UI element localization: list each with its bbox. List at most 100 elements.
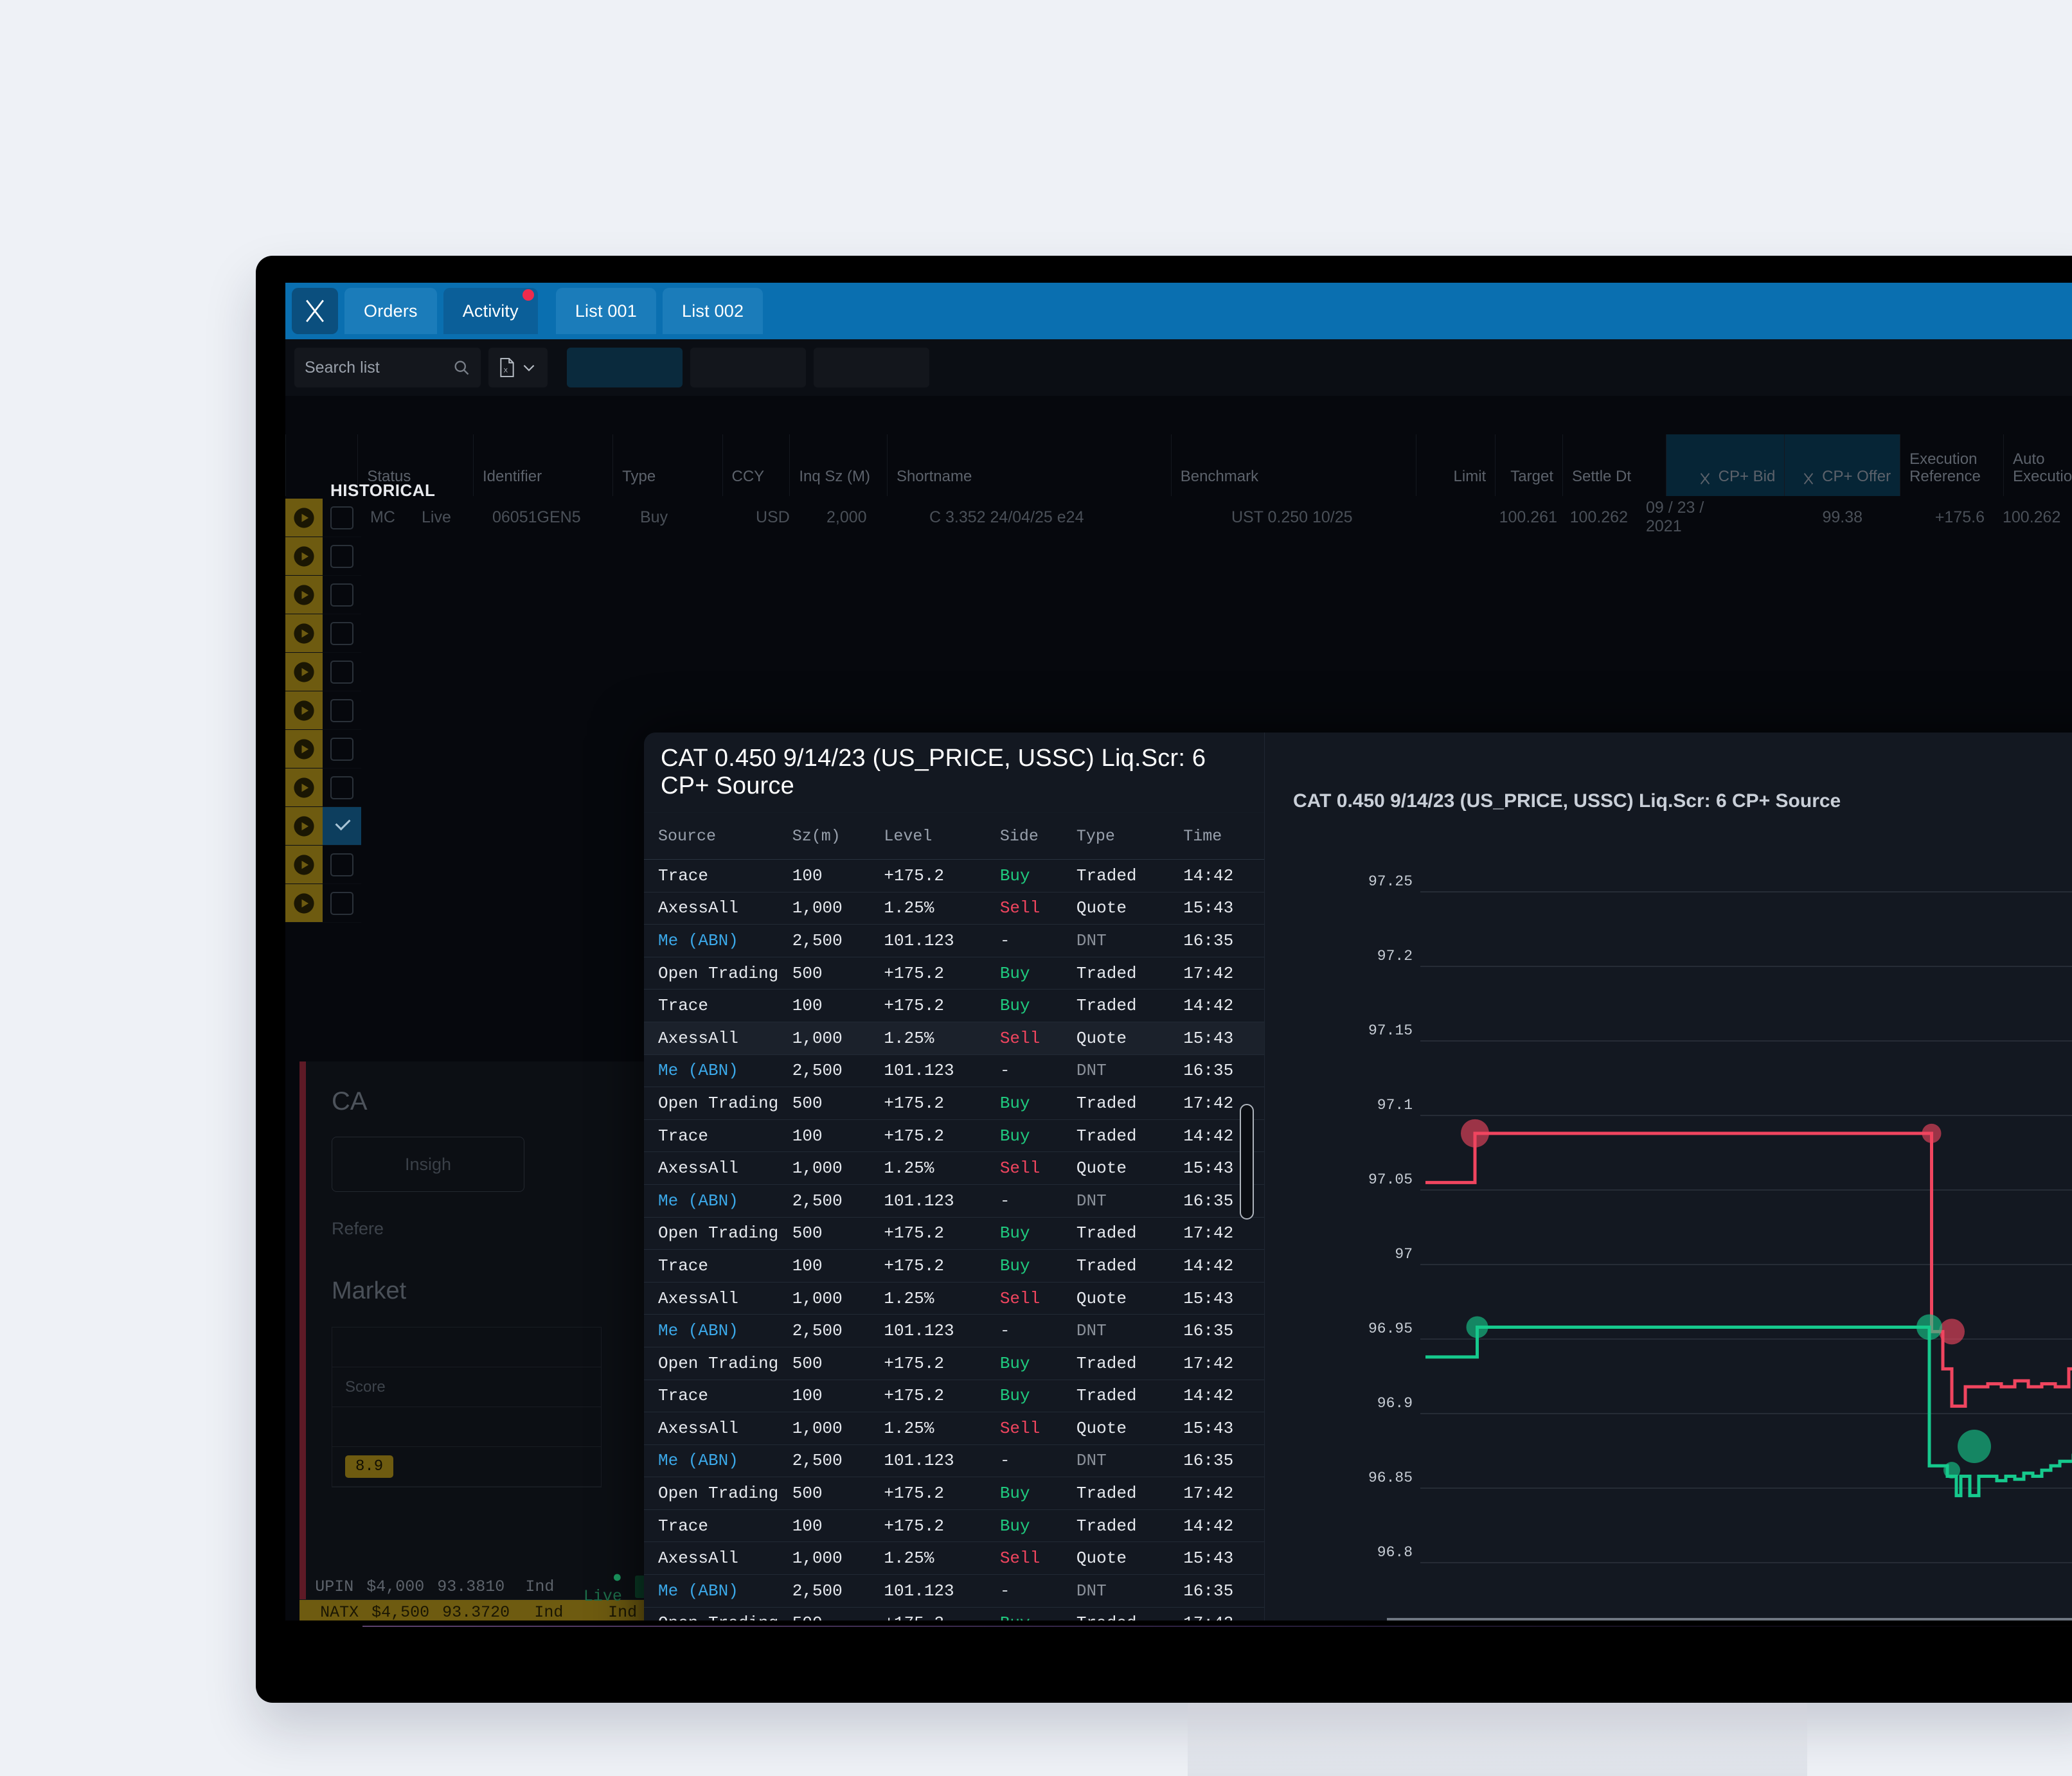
table-row[interactable]: AxessAll1,0001.25%SellQuote15:43 [644,1152,1264,1185]
cell-level: +175.2 [884,1223,945,1243]
modal-col-source[interactable]: Source [652,827,786,846]
modal-col-level[interactable]: Level [877,827,993,846]
x-logo-icon[interactable] [292,288,338,334]
tab-list-002[interactable]: List 002 [663,288,764,334]
col-shortname[interactable]: Shortname [886,434,1171,496]
play-icon[interactable] [285,653,323,691]
checkbox-icon[interactable] [323,691,361,730]
table-row[interactable]: Open Trading500+175.2BuyTraded17:42 [644,957,1264,990]
table-row[interactable]: Open Trading500+175.2BuyTraded17:42 [644,1347,1264,1380]
orders-grid-first-row[interactable]: MC Live 06051GEN5 Buy USD 2,000 C 3.352 … [285,499,2072,536]
checkbox-icon[interactable] [323,730,361,768]
col-limit[interactable]: Limit [1415,434,1496,496]
y-axis-tick: 97 [1395,1246,1413,1263]
cell-type: Quote [1076,1028,1127,1048]
table-row[interactable]: Me (ABN) 2,500 101.123- DNT 16:35 [644,1575,1264,1608]
play-icon[interactable] [285,730,323,768]
modal-col-type[interactable]: Type [1070,827,1177,846]
col-ccy[interactable]: CCY [722,434,790,496]
col-target[interactable]: Target [1495,434,1562,496]
table-row[interactable]: AxessAll1,0001.25%SellQuote15:43 [644,1283,1264,1315]
search-input[interactable]: Search list [294,348,481,387]
modal-col-time[interactable]: Time [1177,827,1256,846]
cell-size: 1,000 [792,1159,843,1178]
col-cp-bid[interactable]: CP+ Bid [1665,434,1785,496]
export-excel-button[interactable]: X [488,348,548,387]
play-icon[interactable] [285,614,323,653]
table-row[interactable]: Trace100+175.2BuyTraded14:42 [644,860,1264,892]
col-inq-size[interactable]: Inq Sz (M) [789,434,887,496]
trade-marker[interactable] [1958,1430,1991,1464]
table-row[interactable]: Trace100+175.2BuyTraded14:42 [644,990,1264,1022]
cell-level: 1.25% [884,1159,934,1178]
checkbox-icon[interactable] [323,614,361,653]
col-auto-execution[interactable]: Auto Execution [2003,434,2072,496]
table-row[interactable]: Trace100+175.2BuyTraded14:42 [644,1510,1264,1543]
trade-marker[interactable] [1916,1314,1942,1340]
row-limit: 100.261 [1499,508,1557,526]
table-row[interactable]: Open Trading500+175.2BuyTraded17:42 [644,1087,1264,1120]
play-icon[interactable] [285,846,323,884]
depth-bid-type: Ind [525,1577,555,1596]
table-row[interactable]: Open Trading500+175.2BuyTraded17:42 [644,1218,1264,1250]
modal-col-side[interactable]: Side [994,827,1070,846]
col-type[interactable]: Type [612,434,722,496]
trade-marker[interactable] [1943,1462,1960,1479]
trade-marker[interactable] [1922,1123,1942,1143]
play-icon[interactable] [285,499,323,537]
play-icon[interactable] [285,884,323,923]
col-benchmark[interactable]: Benchmark [1170,434,1416,496]
row-cp-offer: +175.6 [1934,508,1985,526]
toolbar-filter-chip-2[interactable] [690,348,806,387]
checkbox-icon[interactable] [323,499,361,537]
price-chart[interactable]: 97.25 97.2 97.15 97.1 97.05 97 96.95 96.9 96.85 9… [1265,829,2072,1678]
rail-row [285,846,361,884]
col-cp-offer[interactable]: CP+ Offer [1784,434,1900,496]
toolbar-filter-chip-1[interactable] [567,348,683,387]
checkmark-icon[interactable] [323,807,361,846]
trade-marker[interactable] [1461,1119,1489,1148]
cell-side: Buy [999,1126,1030,1146]
play-icon[interactable] [285,691,323,730]
table-row[interactable]: AxessAll1,0001.25%SellQuote15:43 [644,1022,1264,1055]
table-row[interactable]: Me (ABN) 2,500 101.123- DNT 16:35 [644,1445,1264,1478]
col-execution-reference[interactable]: Execution Reference [1900,434,2003,496]
table-row[interactable]: AxessAll1,0001.25%SellQuote15:43 [644,892,1264,925]
play-icon[interactable] [285,768,323,807]
checkbox-icon[interactable] [323,846,361,884]
table-row[interactable]: AxessAll1,0001.25%SellQuote15:43 [644,1542,1264,1576]
table-row[interactable]: Me (ABN) 2,500 101.123- DNT 16:35 [644,925,1264,957]
tab-orders[interactable]: Orders [344,288,437,334]
col-settle-date[interactable]: Settle Dt [1562,434,1666,496]
insight-button[interactable]: Insigh [332,1137,524,1192]
row-settle-date: 09 / 23 / 2021 [1646,499,1704,535]
table-row[interactable]: Me (ABN) 2,500 101.123- DNT 16:35 [644,1185,1264,1218]
cell-level: +175.2 [884,996,945,1016]
modal-table-scrollbar[interactable] [1240,1104,1254,1220]
checkbox-icon[interactable] [323,537,361,576]
checkbox-icon[interactable] [323,576,361,614]
trade-marker[interactable] [1939,1319,1965,1345]
checkbox-icon[interactable] [323,768,361,807]
table-row[interactable]: AxessAll1,0001.25%SellQuote15:43 [644,1412,1264,1445]
tab-list-001[interactable]: List 001 [555,288,656,334]
table-row[interactable]: Trace100+175.2BuyTraded14:42 [644,1120,1264,1153]
tab-activity[interactable]: Activity [443,288,538,334]
cell-level: +175.2 [884,1484,945,1504]
checkbox-icon[interactable] [323,653,361,691]
checkbox-icon[interactable] [323,884,361,923]
table-row[interactable]: Me (ABN) 2,500 101.123- DNT 16:35 [644,1315,1264,1347]
cell-size: 500 [792,1484,823,1504]
play-icon[interactable] [285,537,323,576]
table-row[interactable]: Trace100+175.2BuyTraded14:42 [644,1250,1264,1283]
table-row[interactable]: Trace100+175.2BuyTraded14:42 [644,1380,1264,1413]
col-identifier[interactable]: Identifier [473,434,612,496]
trade-marker[interactable] [1466,1316,1488,1338]
play-icon[interactable] [285,576,323,614]
modal-col-size[interactable]: Sz(m) [786,827,878,846]
play-icon[interactable] [285,807,323,846]
table-row[interactable]: Me (ABN) 2,500 101.123- DNT 16:35 [644,1055,1264,1088]
cell-type: Traded [1076,1353,1137,1373]
table-row[interactable]: Open Trading500+175.2BuyTraded17:42 [644,1477,1264,1510]
toolbar-filter-chip-3[interactable] [814,348,929,387]
